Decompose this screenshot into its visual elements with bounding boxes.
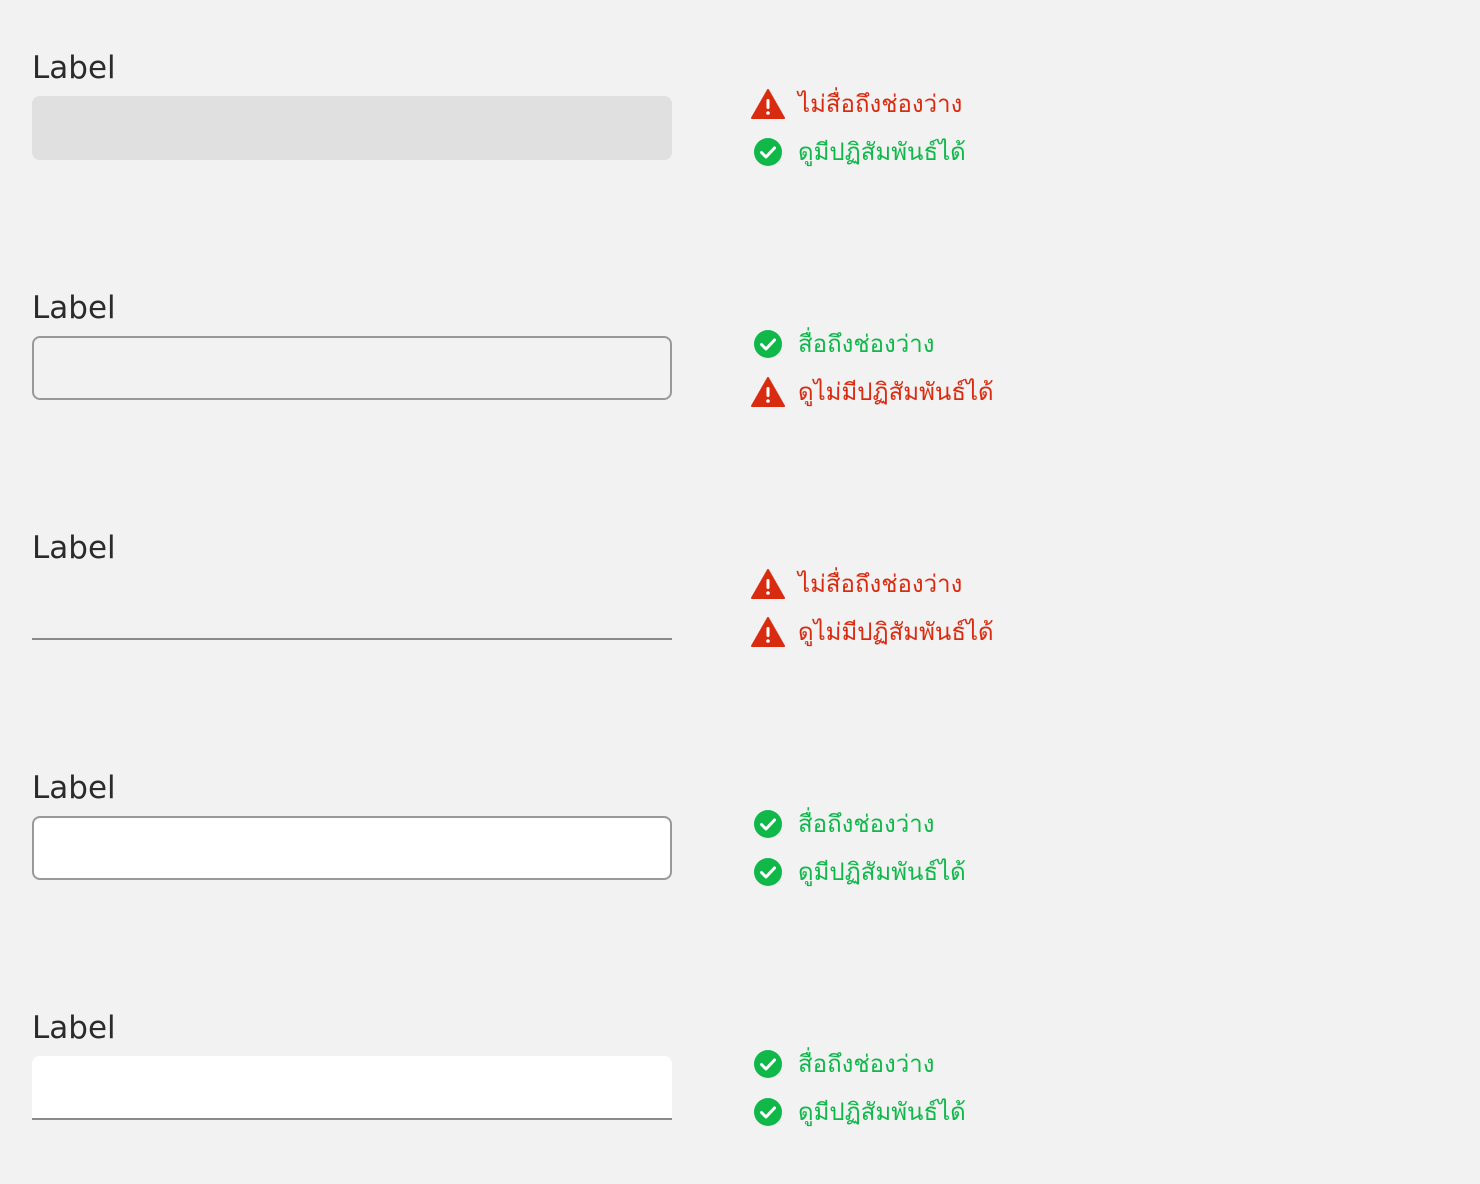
criteria-list: ไม่สื่อถึงช่องว่าง ดูไม่มีปฏิสัมพันธ์ได้ xyxy=(750,560,994,656)
check-circle-icon xyxy=(750,854,786,890)
criterion-pass: ดูมีปฏิสัมพันธ์ได้ xyxy=(750,128,966,176)
check-circle-icon xyxy=(750,326,786,362)
criterion-text: ดูมีปฏิสัมพันธ์ได้ xyxy=(798,1098,966,1126)
criterion-text: ดูมีปฏิสัมพันธ์ได้ xyxy=(798,858,966,886)
criterion-fail: ดูไม่มีปฏิสัมพันธ์ได้ xyxy=(750,608,994,656)
field-label: Label xyxy=(32,290,116,326)
criteria-list: สื่อถึงช่องว่าง ดูไม่มีปฏิสัมพันธ์ได้ xyxy=(750,320,994,416)
criterion-fail: ไม่สื่อถึงช่องว่าง xyxy=(750,80,966,128)
field-example-outline-white: Label สื่อถึงช่องว่าง ดูมีปฏิสัมพันธ์ได้ xyxy=(0,720,1480,920)
criterion-text: ไม่สื่อถึงช่องว่าง xyxy=(798,90,963,118)
criterion-pass: สื่อถึงช่องว่าง xyxy=(750,800,966,848)
field-label: Label xyxy=(32,530,116,566)
criterion-fail: ดูไม่มีปฏิสัมพันธ์ได้ xyxy=(750,368,994,416)
check-circle-icon xyxy=(750,1046,786,1082)
criterion-text: ดูไม่มีปฏิสัมพันธ์ได้ xyxy=(798,618,994,646)
field-example-underline: Label ไม่สื่อถึงช่องว่าง ดูไม่มีปฏิสัมพั… xyxy=(0,480,1480,680)
criteria-list: ไม่สื่อถึงช่องว่าง ดูมีปฏิสัมพันธ์ได้ xyxy=(750,80,966,176)
criterion-text: ไม่สื่อถึงช่องว่าง xyxy=(798,570,963,598)
criterion-text: สื่อถึงช่องว่าง xyxy=(798,810,935,838)
text-input-outline-white[interactable] xyxy=(32,816,672,880)
text-input-underline[interactable] xyxy=(32,576,672,640)
text-input-filled-white[interactable] xyxy=(32,1056,672,1120)
warning-triangle-icon xyxy=(750,566,786,602)
criterion-text: สื่อถึงช่องว่าง xyxy=(798,330,935,358)
criterion-text: สื่อถึงช่องว่าง xyxy=(798,1050,935,1078)
criterion-pass: ดูมีปฏิสัมพันธ์ได้ xyxy=(750,1088,966,1136)
check-circle-icon xyxy=(750,134,786,170)
field-label: Label xyxy=(32,770,116,806)
criterion-text: ดูไม่มีปฏิสัมพันธ์ได้ xyxy=(798,378,994,406)
field-example-filled-grey: Label ไม่สื่อถึงช่องว่าง ดูมีปฏิสัมพันธ์… xyxy=(0,0,1480,200)
field-label: Label xyxy=(32,50,116,86)
criteria-list: สื่อถึงช่องว่าง ดูมีปฏิสัมพันธ์ได้ xyxy=(750,800,966,896)
warning-triangle-icon xyxy=(750,614,786,650)
text-input-outline-clear[interactable] xyxy=(32,336,672,400)
field-label: Label xyxy=(32,1010,116,1046)
field-example-outline-clear: Label สื่อถึงช่องว่าง ดูไม่มีปฏิสัมพันธ์… xyxy=(0,240,1480,440)
criterion-fail: ไม่สื่อถึงช่องว่าง xyxy=(750,560,994,608)
check-circle-icon xyxy=(750,1094,786,1130)
criterion-text: ดูมีปฏิสัมพันธ์ได้ xyxy=(798,138,966,166)
field-example-filled-white: Label สื่อถึงช่องว่าง ดูมีปฏิสัมพันธ์ได้ xyxy=(0,960,1480,1160)
criterion-pass: สื่อถึงช่องว่าง xyxy=(750,320,994,368)
warning-triangle-icon xyxy=(750,374,786,410)
text-input-filled-grey[interactable] xyxy=(32,96,672,160)
warning-triangle-icon xyxy=(750,86,786,122)
criterion-pass: ดูมีปฏิสัมพันธ์ได้ xyxy=(750,848,966,896)
check-circle-icon xyxy=(750,806,786,842)
criterion-pass: สื่อถึงช่องว่าง xyxy=(750,1040,966,1088)
criteria-list: สื่อถึงช่องว่าง ดูมีปฏิสัมพันธ์ได้ xyxy=(750,1040,966,1136)
